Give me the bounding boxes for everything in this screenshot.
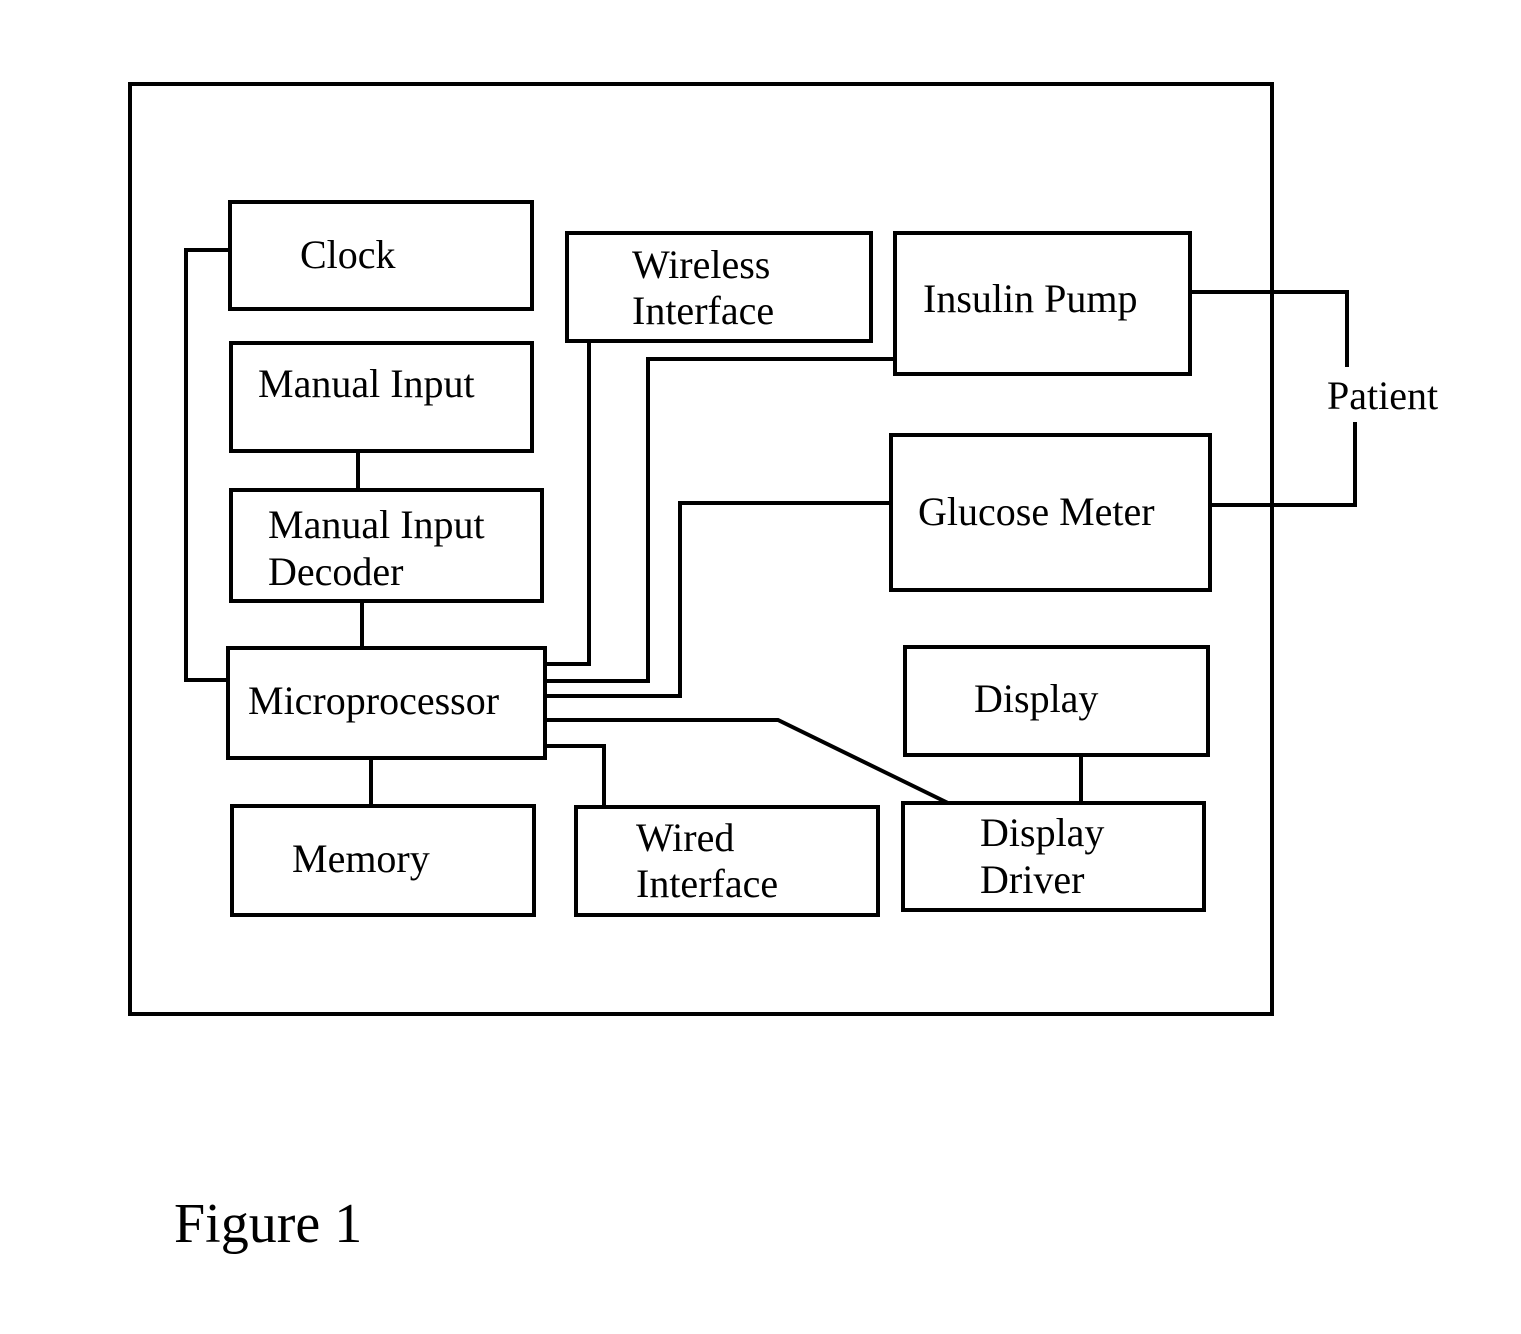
block-diagram: Clock Manual Input Manual Input Decoder …: [128, 82, 1438, 1255]
block-memory: Memory: [230, 804, 536, 917]
block-wired-interface: Wired Interface: [574, 805, 880, 917]
block-clock-label: Clock: [300, 232, 396, 277]
block-insulin-pump: Insulin Pump: [893, 231, 1192, 376]
block-display-driver: Display Driver: [901, 801, 1206, 912]
block-display: Display: [903, 645, 1210, 757]
block-display-driver-label-line2: Driver: [980, 857, 1084, 902]
block-display-driver-label-line1: Display: [980, 810, 1104, 855]
block-display-label: Display: [974, 676, 1098, 721]
block-manual-input-decoder-label-line1: Manual Input: [268, 502, 485, 547]
wire-microprocessor-insulin-pump: [545, 357, 895, 683]
wire-microprocessor-wireless: [545, 342, 591, 666]
block-wireless-interface-label-line1: Wireless: [632, 242, 770, 287]
wire-glucose-meter-patient: [1210, 422, 1357, 507]
figure-caption: Figure 1: [174, 1193, 362, 1255]
block-manual-input-decoder-label-line2: Decoder: [268, 549, 403, 594]
block-manual-input-decoder: Manual Input Decoder: [229, 488, 544, 603]
block-wired-interface-label-line1: Wired: [636, 815, 734, 860]
patient-label: Patient: [1327, 373, 1438, 418]
block-wired-interface-label-line2: Interface: [636, 861, 778, 906]
block-glucose-meter-label: Glucose Meter: [918, 489, 1155, 534]
block-wireless-interface: Wireless Interface: [565, 231, 873, 343]
wire-insulin-pump-patient: [1190, 290, 1349, 367]
block-microprocessor-label: Microprocessor: [248, 678, 499, 723]
wire-microprocessor-glucose-meter: [545, 501, 891, 698]
wire-clock-microprocessor: [184, 248, 230, 682]
block-microprocessor: Microprocessor: [226, 646, 547, 760]
block-wireless-interface-label-line2: Interface: [632, 288, 774, 333]
block-insulin-pump-label: Insulin Pump: [923, 276, 1137, 321]
block-memory-label: Memory: [292, 836, 430, 881]
block-manual-input-label: Manual Input: [258, 361, 475, 406]
wire-microprocessor-wired-interface: [545, 744, 606, 807]
block-glucose-meter: Glucose Meter: [889, 433, 1212, 592]
block-manual-input: Manual Input: [229, 341, 534, 453]
block-clock: Clock: [228, 200, 534, 311]
